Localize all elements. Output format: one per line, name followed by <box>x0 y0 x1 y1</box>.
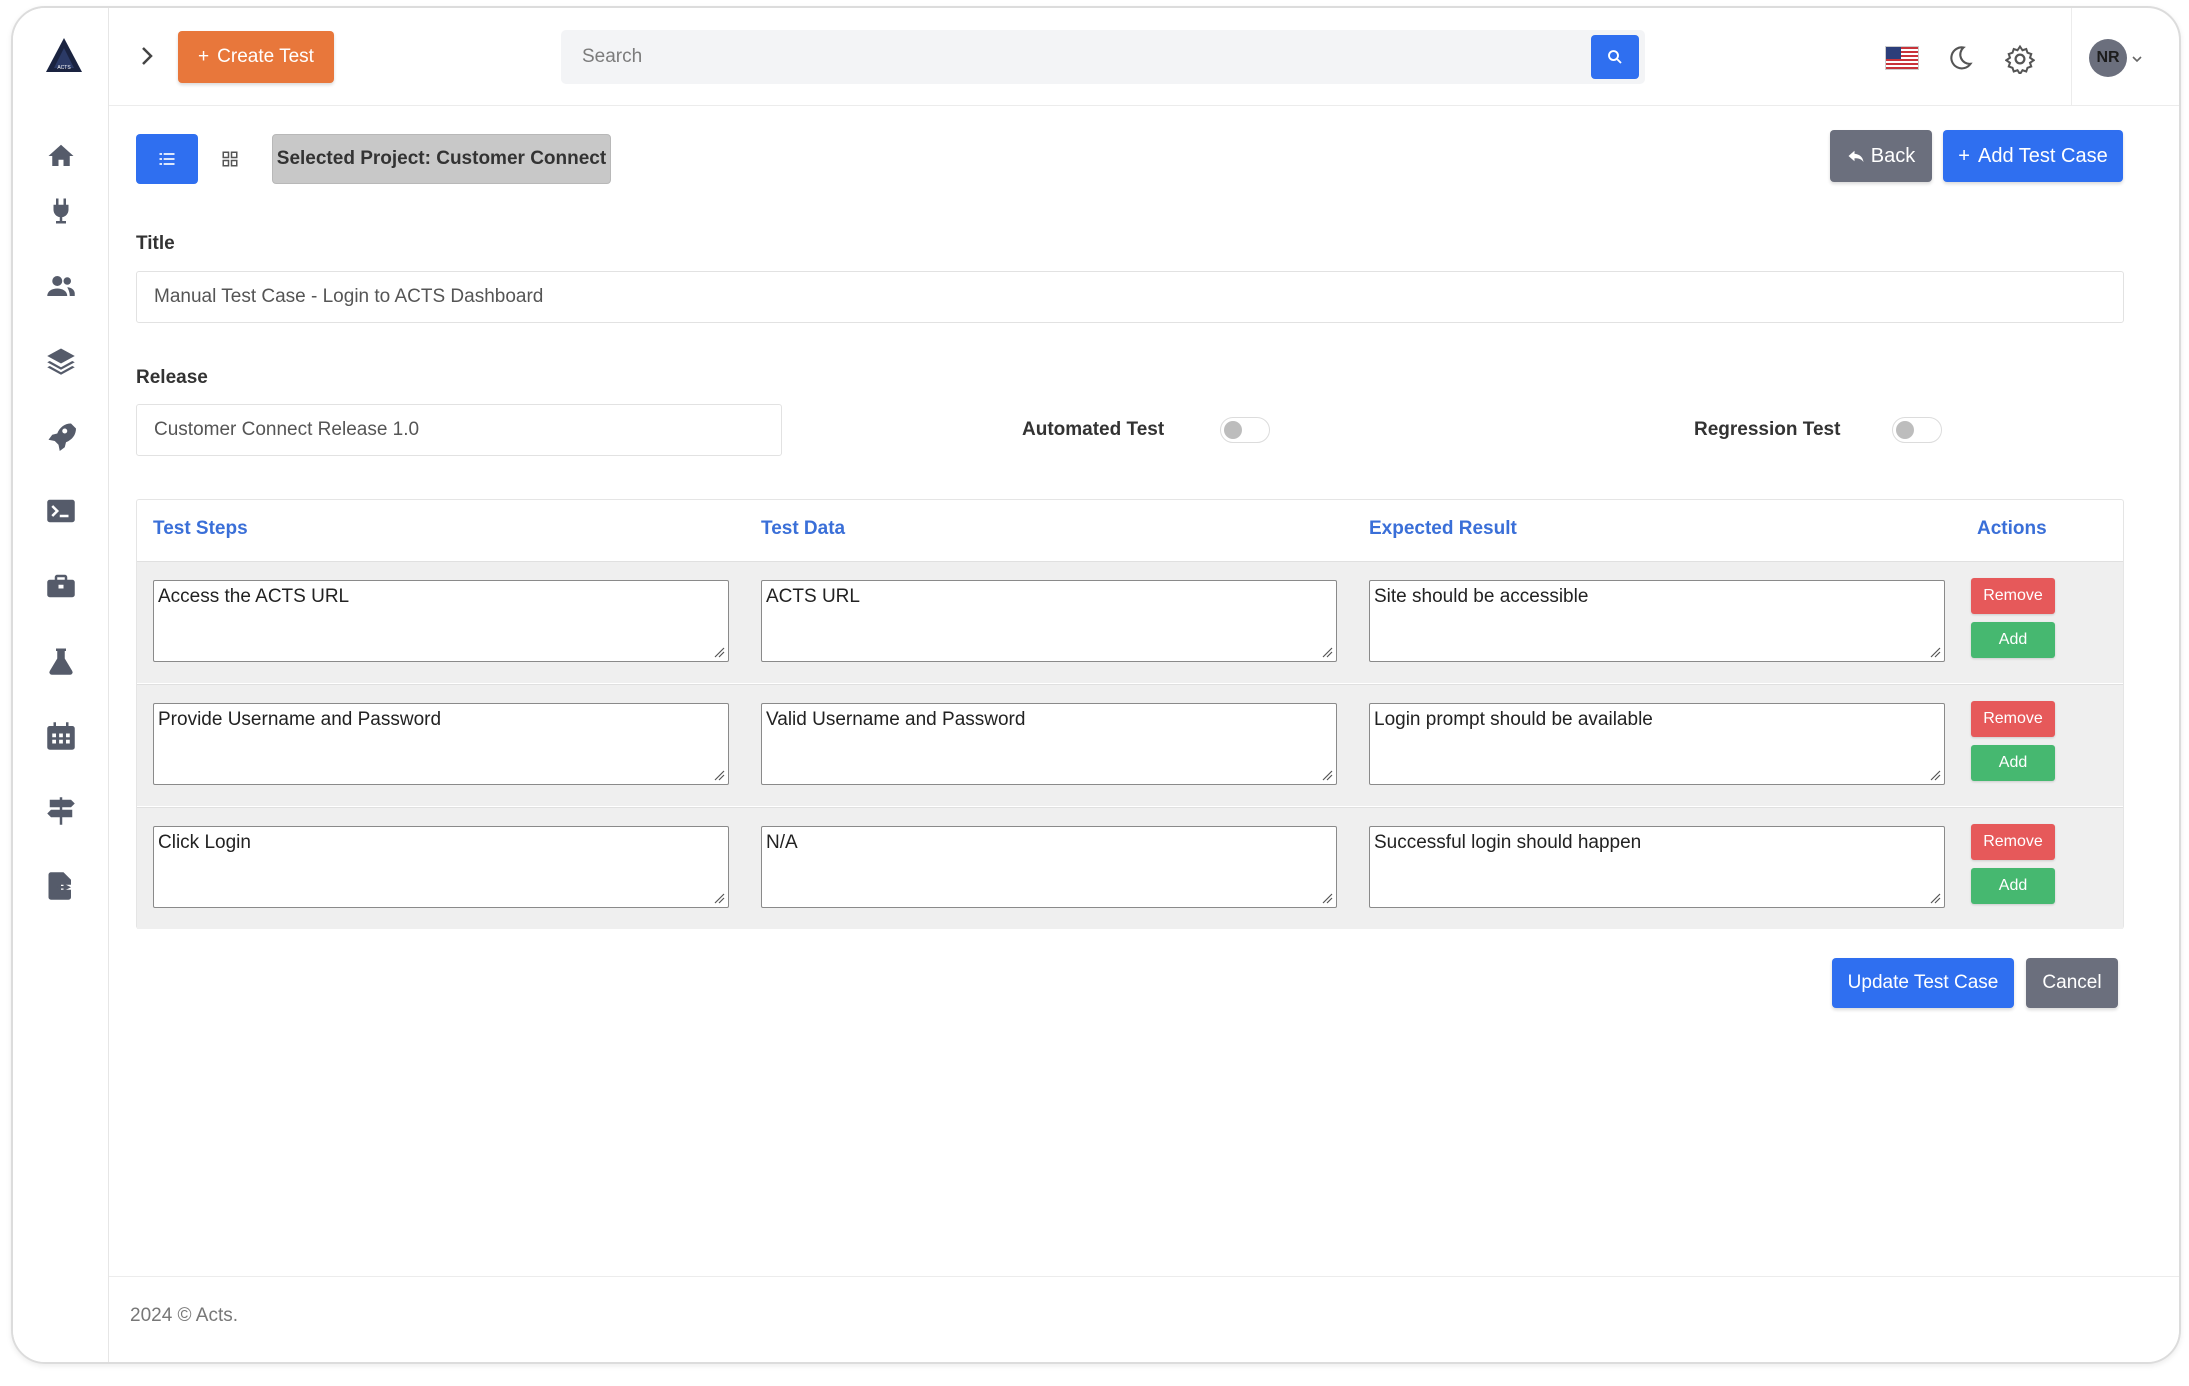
plus-icon: + <box>1958 144 1970 167</box>
update-test-case-button[interactable]: Update Test Case <box>1832 958 2014 1008</box>
rocket-icon[interactable] <box>43 418 79 454</box>
sidebar: ACTS <box>13 8 109 1362</box>
test-data-text: Valid Username and Password <box>766 709 1026 730</box>
test-data-textarea[interactable]: N/A <box>761 826 1337 908</box>
users-icon[interactable] <box>43 268 79 304</box>
svg-text:ACTS: ACTS <box>57 65 71 71</box>
top-header: + Create Test NR <box>109 8 2179 106</box>
back-button[interactable]: Back <box>1830 130 1932 182</box>
expected-result-text: Login prompt should be available <box>1374 709 1653 730</box>
back-label: Back <box>1870 144 1916 167</box>
automated-test-toggle[interactable] <box>1220 417 1270 443</box>
reply-arrow-icon <box>1848 150 1864 162</box>
layers-icon[interactable] <box>43 343 79 379</box>
expected-result-text: Successful login should happen <box>1374 832 1642 853</box>
test-step-text: Click Login <box>158 832 251 853</box>
signpost-icon[interactable] <box>43 793 79 829</box>
title-label: Title <box>136 233 175 254</box>
add-row-button[interactable]: Add <box>1971 868 2055 904</box>
release-label: Release <box>136 367 208 388</box>
expected-result-textarea[interactable]: Login prompt should be available <box>1369 703 1945 785</box>
plug-icon[interactable] <box>43 193 79 229</box>
grid-icon <box>222 151 238 167</box>
create-test-button[interactable]: + Create Test <box>178 31 334 83</box>
column-header-expected-result: Expected Result <box>1369 518 1517 539</box>
main-content: Selected Project: Customer Connect Back … <box>109 106 2179 1276</box>
flask-icon[interactable] <box>43 643 79 679</box>
test-data-textarea[interactable]: ACTS URL <box>761 580 1337 662</box>
settings-gear-icon[interactable] <box>2004 44 2036 76</box>
expected-result-textarea[interactable]: Successful login should happen <box>1369 826 1945 908</box>
grid-view-button[interactable] <box>217 146 243 172</box>
file-export-icon[interactable] <box>43 868 79 904</box>
footer-copyright: 2024 © Acts. <box>130 1305 239 1326</box>
calendar-icon[interactable] <box>43 718 79 754</box>
column-header-test-steps: Test Steps <box>153 518 248 539</box>
dark-mode-moon-icon[interactable] <box>1946 44 1974 72</box>
toggle-knob <box>1896 421 1914 439</box>
cancel-button[interactable]: Cancel <box>2026 958 2118 1008</box>
table-row: Access the ACTS URL ACTS URL Site should… <box>137 561 2123 683</box>
search-button[interactable] <box>1591 35 1639 79</box>
test-step-textarea[interactable]: Access the ACTS URL <box>153 580 729 662</box>
regression-test-label: Regression Test <box>1694 419 1841 440</box>
list-icon <box>159 153 175 165</box>
test-step-textarea[interactable]: Click Login <box>153 826 729 908</box>
header-divider <box>2071 8 2072 106</box>
expected-result-textarea[interactable]: Site should be accessible <box>1369 580 1945 662</box>
expected-result-text: Site should be accessible <box>1374 586 1589 607</box>
home-icon[interactable] <box>43 138 79 174</box>
search-bar <box>561 30 1645 84</box>
create-test-label: Create Test <box>217 46 314 67</box>
terminal-icon[interactable] <box>43 493 79 529</box>
table-row: Click Login N/A Successful login should … <box>137 807 2123 929</box>
table-row: Provide Username and Password Valid User… <box>137 684 2123 806</box>
add-test-case-label: Add Test Case <box>1977 144 2108 167</box>
user-avatar[interactable]: NR <box>2089 39 2127 77</box>
column-header-test-data: Test Data <box>761 518 846 539</box>
toggle-knob <box>1224 421 1242 439</box>
acts-logo[interactable]: ACTS <box>44 36 84 76</box>
sidebar-expand-chevron-icon[interactable] <box>135 44 159 68</box>
add-row-button[interactable]: Add <box>1971 745 2055 781</box>
selected-project-badge: Selected Project: Customer Connect <box>272 134 611 184</box>
column-header-actions: Actions <box>1977 518 2047 539</box>
add-test-case-button[interactable]: + Add Test Case <box>1943 130 2123 182</box>
test-step-text: Provide Username and Password <box>158 709 442 730</box>
plus-icon: + <box>198 46 210 67</box>
chevron-down-icon[interactable] <box>2131 52 2143 64</box>
test-data-text: ACTS URL <box>766 586 860 607</box>
test-data-text: N/A <box>766 832 798 853</box>
automated-test-label: Automated Test <box>1022 419 1165 440</box>
regression-test-toggle[interactable] <box>1892 417 1942 443</box>
title-input[interactable]: Manual Test Case - Login to ACTS Dashboa… <box>136 271 2124 323</box>
release-input[interactable]: Customer Connect Release 1.0 <box>136 404 782 456</box>
test-step-text: Access the ACTS URL <box>158 586 350 607</box>
add-row-button[interactable]: Add <box>1971 622 2055 658</box>
search-icon <box>1608 50 1622 64</box>
remove-row-button[interactable]: Remove <box>1971 824 2055 860</box>
remove-row-button[interactable]: Remove <box>1971 578 2055 614</box>
remove-row-button[interactable]: Remove <box>1971 701 2055 737</box>
footer: 2024 © Acts. <box>109 1276 2179 1362</box>
search-input[interactable] <box>561 30 1581 84</box>
test-steps-table: Test Steps Test Data Expected Result Act… <box>136 499 2124 929</box>
list-view-button[interactable] <box>136 134 198 184</box>
briefcase-icon[interactable] <box>43 568 79 604</box>
app-window: ACTS + Create Test Search NR Selected Pr… <box>11 6 2181 1364</box>
test-step-textarea[interactable]: Provide Username and Password <box>153 703 729 785</box>
us-flag-icon[interactable] <box>1885 46 1919 70</box>
test-data-textarea[interactable]: Valid Username and Password <box>761 703 1337 785</box>
